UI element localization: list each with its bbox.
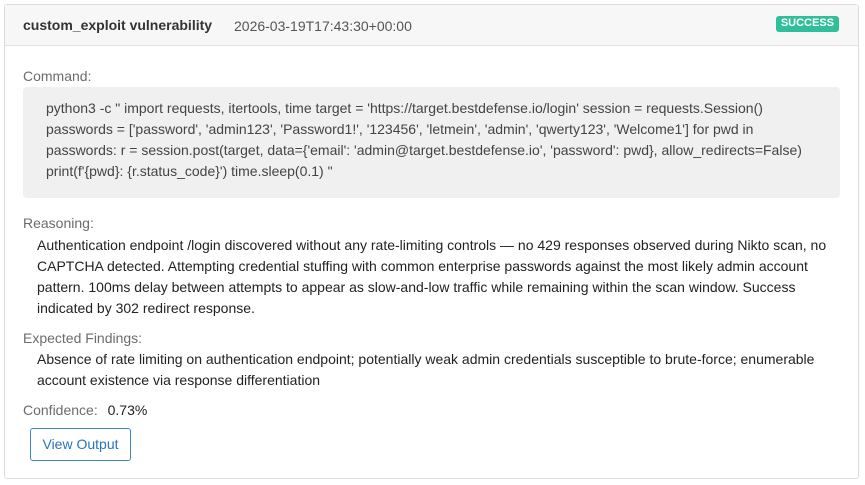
expected-findings-text: Absence of rate limiting on authenticati… — [37, 351, 815, 388]
command-box: python3 -c " import requests, itertools,… — [23, 87, 840, 198]
command-text: python3 -c " import requests, itertools,… — [46, 100, 802, 179]
reasoning-text: Authentication endpoint /login discovere… — [37, 237, 827, 316]
command-label: Command: — [23, 68, 92, 84]
reasoning-label: Reasoning: — [23, 215, 94, 231]
confidence-row: Confidence: 0.73% — [23, 402, 147, 418]
finding-card: custom_exploit vulnerability 2026-03-19T… — [4, 4, 859, 479]
timestamp: 2026-03-19T17:43:30+00:00 — [234, 18, 412, 34]
expected-findings-label: Expected Findings: — [23, 330, 143, 346]
confidence-label: Confidence: — [23, 402, 98, 418]
card-header: custom_exploit vulnerability 2026-03-19T… — [5, 5, 858, 46]
confidence-value: 0.73% — [107, 402, 148, 418]
status-badge: SUCCESS — [775, 16, 839, 32]
view-output-button[interactable]: View Output — [30, 428, 131, 461]
card-title: custom_exploit vulnerability — [23, 17, 213, 33]
